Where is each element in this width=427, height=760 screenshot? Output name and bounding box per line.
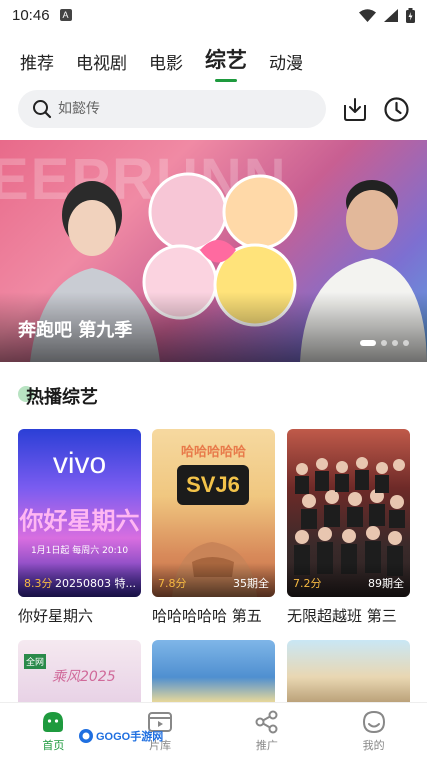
signal-icon bbox=[384, 8, 398, 22]
carousel-dot[interactable] bbox=[403, 340, 409, 346]
nav-label: 首页 bbox=[42, 739, 65, 752]
search-icon bbox=[33, 100, 52, 119]
battery-icon bbox=[406, 7, 415, 23]
poster-title: 哈哈哈哈哈 bbox=[180, 445, 246, 460]
tab-tv-series[interactable]: 电视剧 bbox=[76, 49, 127, 74]
episode-info: 89期全 bbox=[368, 577, 404, 590]
show-card[interactable]: vivo 你好星期六 1月1日起 每周六 20:10 8.3分 20250803… bbox=[18, 429, 141, 626]
section-header: 热播综艺 bbox=[18, 383, 98, 409]
banner-title: 奔跑吧 第九季 bbox=[18, 320, 133, 341]
profile-icon bbox=[362, 710, 385, 734]
notification-icon: A bbox=[59, 9, 72, 21]
bottom-nav: 首页 片库 推广 我的 bbox=[0, 702, 427, 760]
carousel-dot[interactable] bbox=[392, 340, 398, 346]
nav-promote[interactable]: 推广 bbox=[214, 703, 321, 760]
show-card[interactable]: 7.2分 89期全 无限超越班 第三 bbox=[287, 429, 410, 626]
show-card[interactable]: 全网 乘风2025 bbox=[18, 640, 141, 702]
tab-variety[interactable]: 综艺 bbox=[205, 44, 247, 74]
poster-date: 1月1日起 每周六 20:10 bbox=[30, 546, 129, 556]
wifi-icon bbox=[359, 8, 376, 22]
episode-info: 20250803 特... bbox=[55, 577, 136, 590]
rating: 8.3分 bbox=[24, 577, 53, 590]
poster-title: 乘风2025 bbox=[52, 669, 116, 685]
poster-brand: vivo bbox=[52, 447, 107, 480]
show-poster: vivo 你好星期六 1月1日起 每周六 20:10 8.3分 20250803… bbox=[18, 429, 141, 597]
watermark-icon bbox=[79, 729, 93, 743]
category-tabs: 推荐 电视剧 电影 综艺 动漫 bbox=[20, 44, 303, 74]
watermark-text: GOGO手游网 bbox=[96, 731, 164, 743]
status-bar: 10:46 A bbox=[0, 0, 427, 30]
poster-art bbox=[294, 457, 405, 576]
carousel-indicator bbox=[360, 340, 409, 346]
watermark-logo: GOGO手游网 bbox=[78, 728, 163, 744]
show-title: 无限超越班 第三 bbox=[287, 607, 397, 625]
featured-banner[interactable]: EEPRUNN 奔跑吧 第九季 bbox=[0, 140, 427, 362]
nav-profile[interactable]: 我的 bbox=[320, 703, 427, 760]
poster-title: 你好星期六 bbox=[19, 507, 140, 535]
section-title: 热播综艺 bbox=[26, 387, 98, 408]
episode-info: 35期全 bbox=[233, 577, 269, 590]
history-icon bbox=[383, 96, 409, 122]
nav-label: 我的 bbox=[362, 739, 385, 752]
nav-label: 推广 bbox=[255, 739, 278, 752]
carousel-dot[interactable] bbox=[381, 340, 387, 346]
poster-logo: SVJ6 bbox=[177, 465, 249, 505]
share-icon bbox=[255, 710, 278, 734]
show-card[interactable] bbox=[287, 640, 410, 702]
poster-badge: 全网 bbox=[24, 654, 47, 669]
rating: 7.2分 bbox=[293, 577, 322, 590]
status-time: 10:46 bbox=[12, 6, 50, 24]
tab-recommend[interactable]: 推荐 bbox=[20, 49, 54, 74]
show-poster: SVJ6 哈哈哈哈哈 7.8分 35期全 bbox=[152, 429, 275, 597]
show-title: 你好星期六 bbox=[18, 607, 94, 625]
search-bar[interactable] bbox=[18, 90, 326, 128]
rating: 7.8分 bbox=[158, 577, 187, 590]
status-icons bbox=[359, 7, 415, 23]
carousel-dot[interactable] bbox=[360, 340, 376, 346]
search-input[interactable] bbox=[58, 101, 298, 117]
tab-anime[interactable]: 动漫 bbox=[269, 49, 303, 74]
show-card[interactable] bbox=[152, 640, 275, 702]
download-icon bbox=[344, 98, 366, 121]
show-card[interactable]: SVJ6 哈哈哈哈哈 7.8分 35期全 哈哈哈哈哈 第五 bbox=[152, 429, 275, 626]
history-button[interactable] bbox=[382, 95, 410, 123]
tab-movies[interactable]: 电影 bbox=[149, 49, 183, 74]
home-icon bbox=[43, 712, 64, 732]
show-poster: 7.2分 89期全 bbox=[287, 429, 410, 597]
download-button[interactable] bbox=[341, 95, 369, 123]
show-title: 哈哈哈哈哈 第五 bbox=[152, 607, 262, 625]
